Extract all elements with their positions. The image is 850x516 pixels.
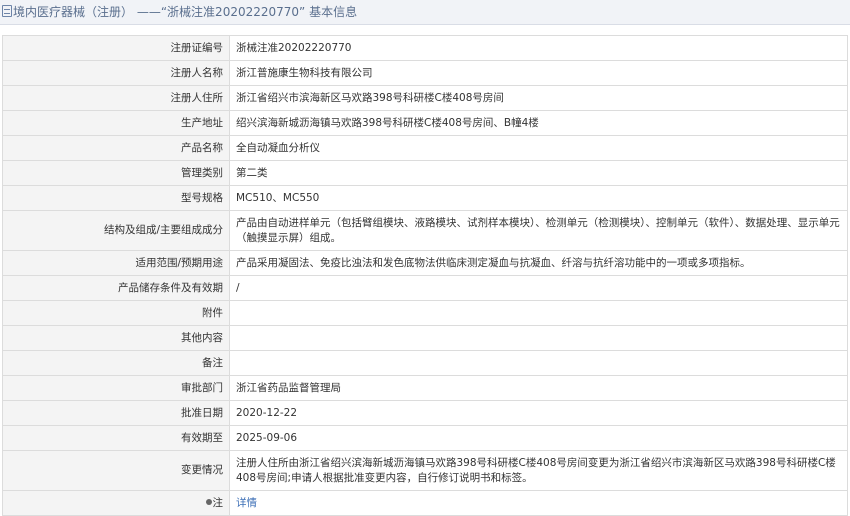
- field-value: 产品采用凝固法、免疫比浊法和发色底物法供临床测定凝血与抗凝血、纤溶与抗纤溶功能中…: [229, 250, 848, 276]
- table-row: 生产地址 绍兴滨海新城沥海镇马欢路398号科研楼C楼408号房间、B幢4楼: [2, 110, 848, 136]
- table-row: 审批部门 浙江省药品监督管理局: [2, 375, 848, 401]
- field-label: 批准日期: [2, 400, 230, 426]
- field-value: MC510、MC550: [229, 185, 848, 211]
- field-label: 管理类别: [2, 160, 230, 186]
- field-label: 备注: [2, 350, 230, 376]
- title-suffix: 基本信息: [309, 5, 358, 19]
- field-label: 注册人名称: [2, 60, 230, 86]
- field-label: 注册证编号: [2, 35, 230, 61]
- pin-icon: [205, 498, 212, 505]
- table-row: 注册人名称 浙江普施康生物科技有限公司: [2, 60, 848, 86]
- note-label: 注: [212, 496, 224, 509]
- field-value: 浙江省药品监督管理局: [229, 375, 848, 401]
- table-row: 注册证编号 浙械注准20202220770: [2, 35, 848, 61]
- field-value: 浙江普施康生物科技有限公司: [229, 60, 848, 86]
- field-label: 有效期至: [2, 425, 230, 451]
- field-label: 生产地址: [2, 110, 230, 136]
- field-label: 审批部门: [2, 375, 230, 401]
- table-row: 管理类别 第二类: [2, 160, 848, 186]
- details-link[interactable]: 详情: [236, 497, 257, 509]
- table-row: 结构及组成/主要组成成分 产品由自动进样单元（包括臂组模块、液路模块、试剂样本模…: [2, 210, 848, 251]
- field-value: 全自动凝血分析仪: [229, 135, 848, 161]
- table-row: 变更情况 注册人住所由浙江省绍兴滨海新城沥海镇马欢路398号科研楼C楼408号房…: [2, 450, 848, 491]
- field-value: 浙江省绍兴市滨海新区马欢路398号科研楼C楼408号房间: [229, 85, 848, 111]
- title-separator: ——: [136, 5, 161, 19]
- field-value: 绍兴滨海新城沥海镇马欢路398号科研楼C楼408号房间、B幢4楼: [229, 110, 848, 136]
- field-label: 其他内容: [2, 325, 230, 351]
- title-reg-number: “浙械注准20202220770”: [160, 5, 306, 19]
- field-label: 型号规格: [2, 185, 230, 211]
- field-value: [229, 300, 848, 326]
- field-value: [229, 325, 848, 351]
- field-label: 结构及组成/主要组成成分: [2, 210, 230, 251]
- table-row: 其他内容: [2, 325, 848, 351]
- field-label: 产品名称: [2, 135, 230, 161]
- note-value-cell: 详情: [229, 490, 848, 516]
- field-value: /: [229, 275, 848, 301]
- field-value: 第二类: [229, 160, 848, 186]
- note-row: 注 详情: [2, 490, 848, 516]
- field-value: 注册人住所由浙江省绍兴滨海新城沥海镇马欢路398号科研楼C楼408号房间变更为浙…: [229, 450, 848, 491]
- field-label: 产品储存条件及有效期: [2, 275, 230, 301]
- field-label: 注册人住所: [2, 85, 230, 111]
- table-row: 批准日期 2020-12-22: [2, 400, 848, 426]
- table-row: 备注: [2, 350, 848, 376]
- table-row: 有效期至 2025-09-06: [2, 425, 848, 451]
- field-value: 产品由自动进样单元（包括臂组模块、液路模块、试剂样本模块）、检测单元（检测模块）…: [229, 210, 848, 251]
- title-prefix: 境内医疗器械（注册）: [13, 5, 134, 19]
- field-value: 浙械注准20202220770: [229, 35, 848, 61]
- table-row: 产品储存条件及有效期 /: [2, 275, 848, 301]
- field-label: 适用范围/预期用途: [2, 250, 230, 276]
- field-label: 变更情况: [2, 450, 230, 491]
- table-row: 注册人住所 浙江省绍兴市滨海新区马欢路398号科研楼C楼408号房间: [2, 85, 848, 111]
- note-label-cell: 注: [2, 490, 230, 516]
- table-row: 产品名称 全自动凝血分析仪: [2, 135, 848, 161]
- device-info-table: 注册证编号 浙械注准20202220770 注册人名称 浙江普施康生物科技有限公…: [2, 35, 848, 516]
- field-label: 附件: [2, 300, 230, 326]
- field-value: [229, 350, 848, 376]
- field-value: 2020-12-22: [229, 400, 848, 426]
- table-row: 适用范围/预期用途 产品采用凝固法、免疫比浊法和发色底物法供临床测定凝血与抗凝血…: [2, 250, 848, 276]
- table-row: 型号规格 MC510、MC550: [2, 185, 848, 211]
- field-value: 2025-09-06: [229, 425, 848, 451]
- table-row: 附件: [2, 300, 848, 326]
- document-icon: [2, 5, 12, 17]
- page-title-bar: 境内医疗器械（注册） ——“浙械注准20202220770” 基本信息: [0, 0, 850, 25]
